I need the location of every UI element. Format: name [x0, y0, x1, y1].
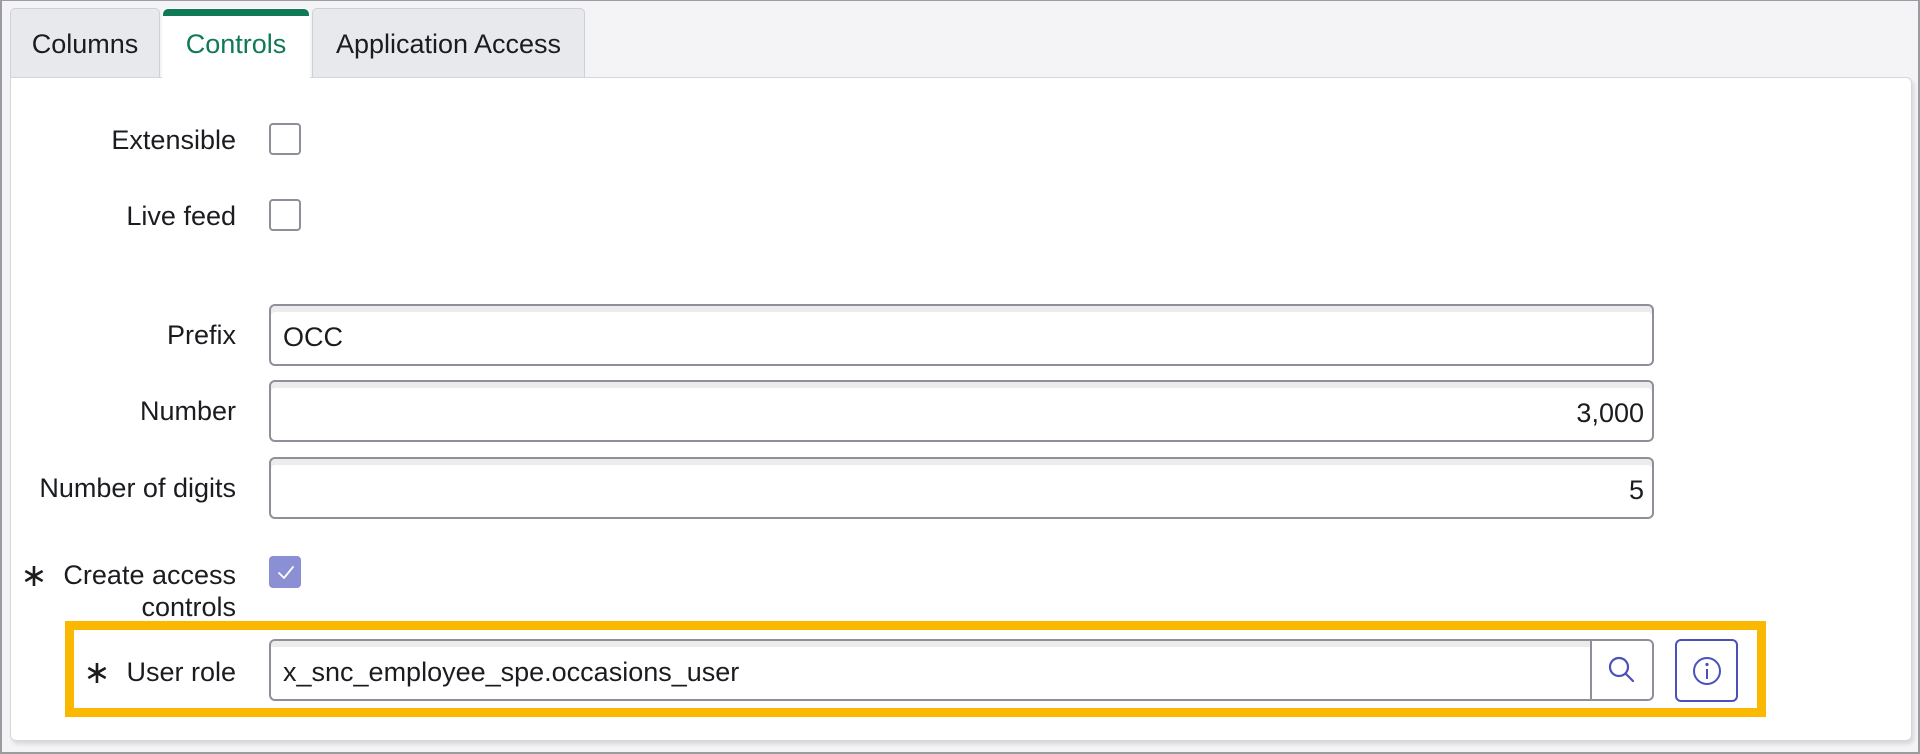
prefix-input[interactable]: OCC — [269, 304, 1654, 366]
user-role-reference-field: x_snc_employee_spe.occasions_user — [269, 639, 1654, 701]
create-access-controls-label: ∗ Create access — [21, 556, 236, 592]
number-input[interactable]: 3,000 — [269, 380, 1654, 442]
user-role-label-text: User role — [126, 657, 236, 687]
tab-controls[interactable]: Controls — [162, 8, 310, 80]
create-access-controls-label-line1: Create access — [63, 560, 236, 590]
controls-panel: Extensible Live feed Prefix OCC Number 3… — [10, 77, 1912, 741]
checkmark-icon — [278, 566, 294, 579]
search-icon — [1608, 656, 1635, 683]
tab-application-access[interactable]: Application Access — [312, 8, 585, 78]
create-access-controls-label-line2: controls — [141, 592, 236, 622]
window-frame: Columns Controls Application Access Exte… — [0, 0, 1920, 754]
user-role-input[interactable]: x_snc_employee_spe.occasions_user — [271, 641, 1590, 699]
create-access-controls-checkbox[interactable] — [269, 556, 301, 588]
number-of-digits-input[interactable]: 5 — [269, 457, 1654, 519]
extensible-checkbox[interactable] — [269, 123, 301, 155]
required-marker: ∗ — [83, 654, 111, 690]
number-of-digits-label: Number of digits — [39, 473, 236, 503]
required-marker: ∗ — [20, 557, 48, 593]
reference-info-button[interactable] — [1675, 639, 1738, 702]
tab-columns[interactable]: Columns — [10, 8, 160, 78]
extensible-label: Extensible — [111, 125, 236, 155]
lookup-search-button[interactable] — [1590, 641, 1652, 699]
number-label: Number — [139, 396, 236, 426]
info-icon — [1692, 656, 1721, 685]
live-feed-checkbox[interactable] — [269, 199, 301, 231]
live-feed-label: Live feed — [126, 201, 236, 231]
user-role-label: ∗ User role — [84, 653, 236, 689]
prefix-label: Prefix — [166, 320, 236, 350]
